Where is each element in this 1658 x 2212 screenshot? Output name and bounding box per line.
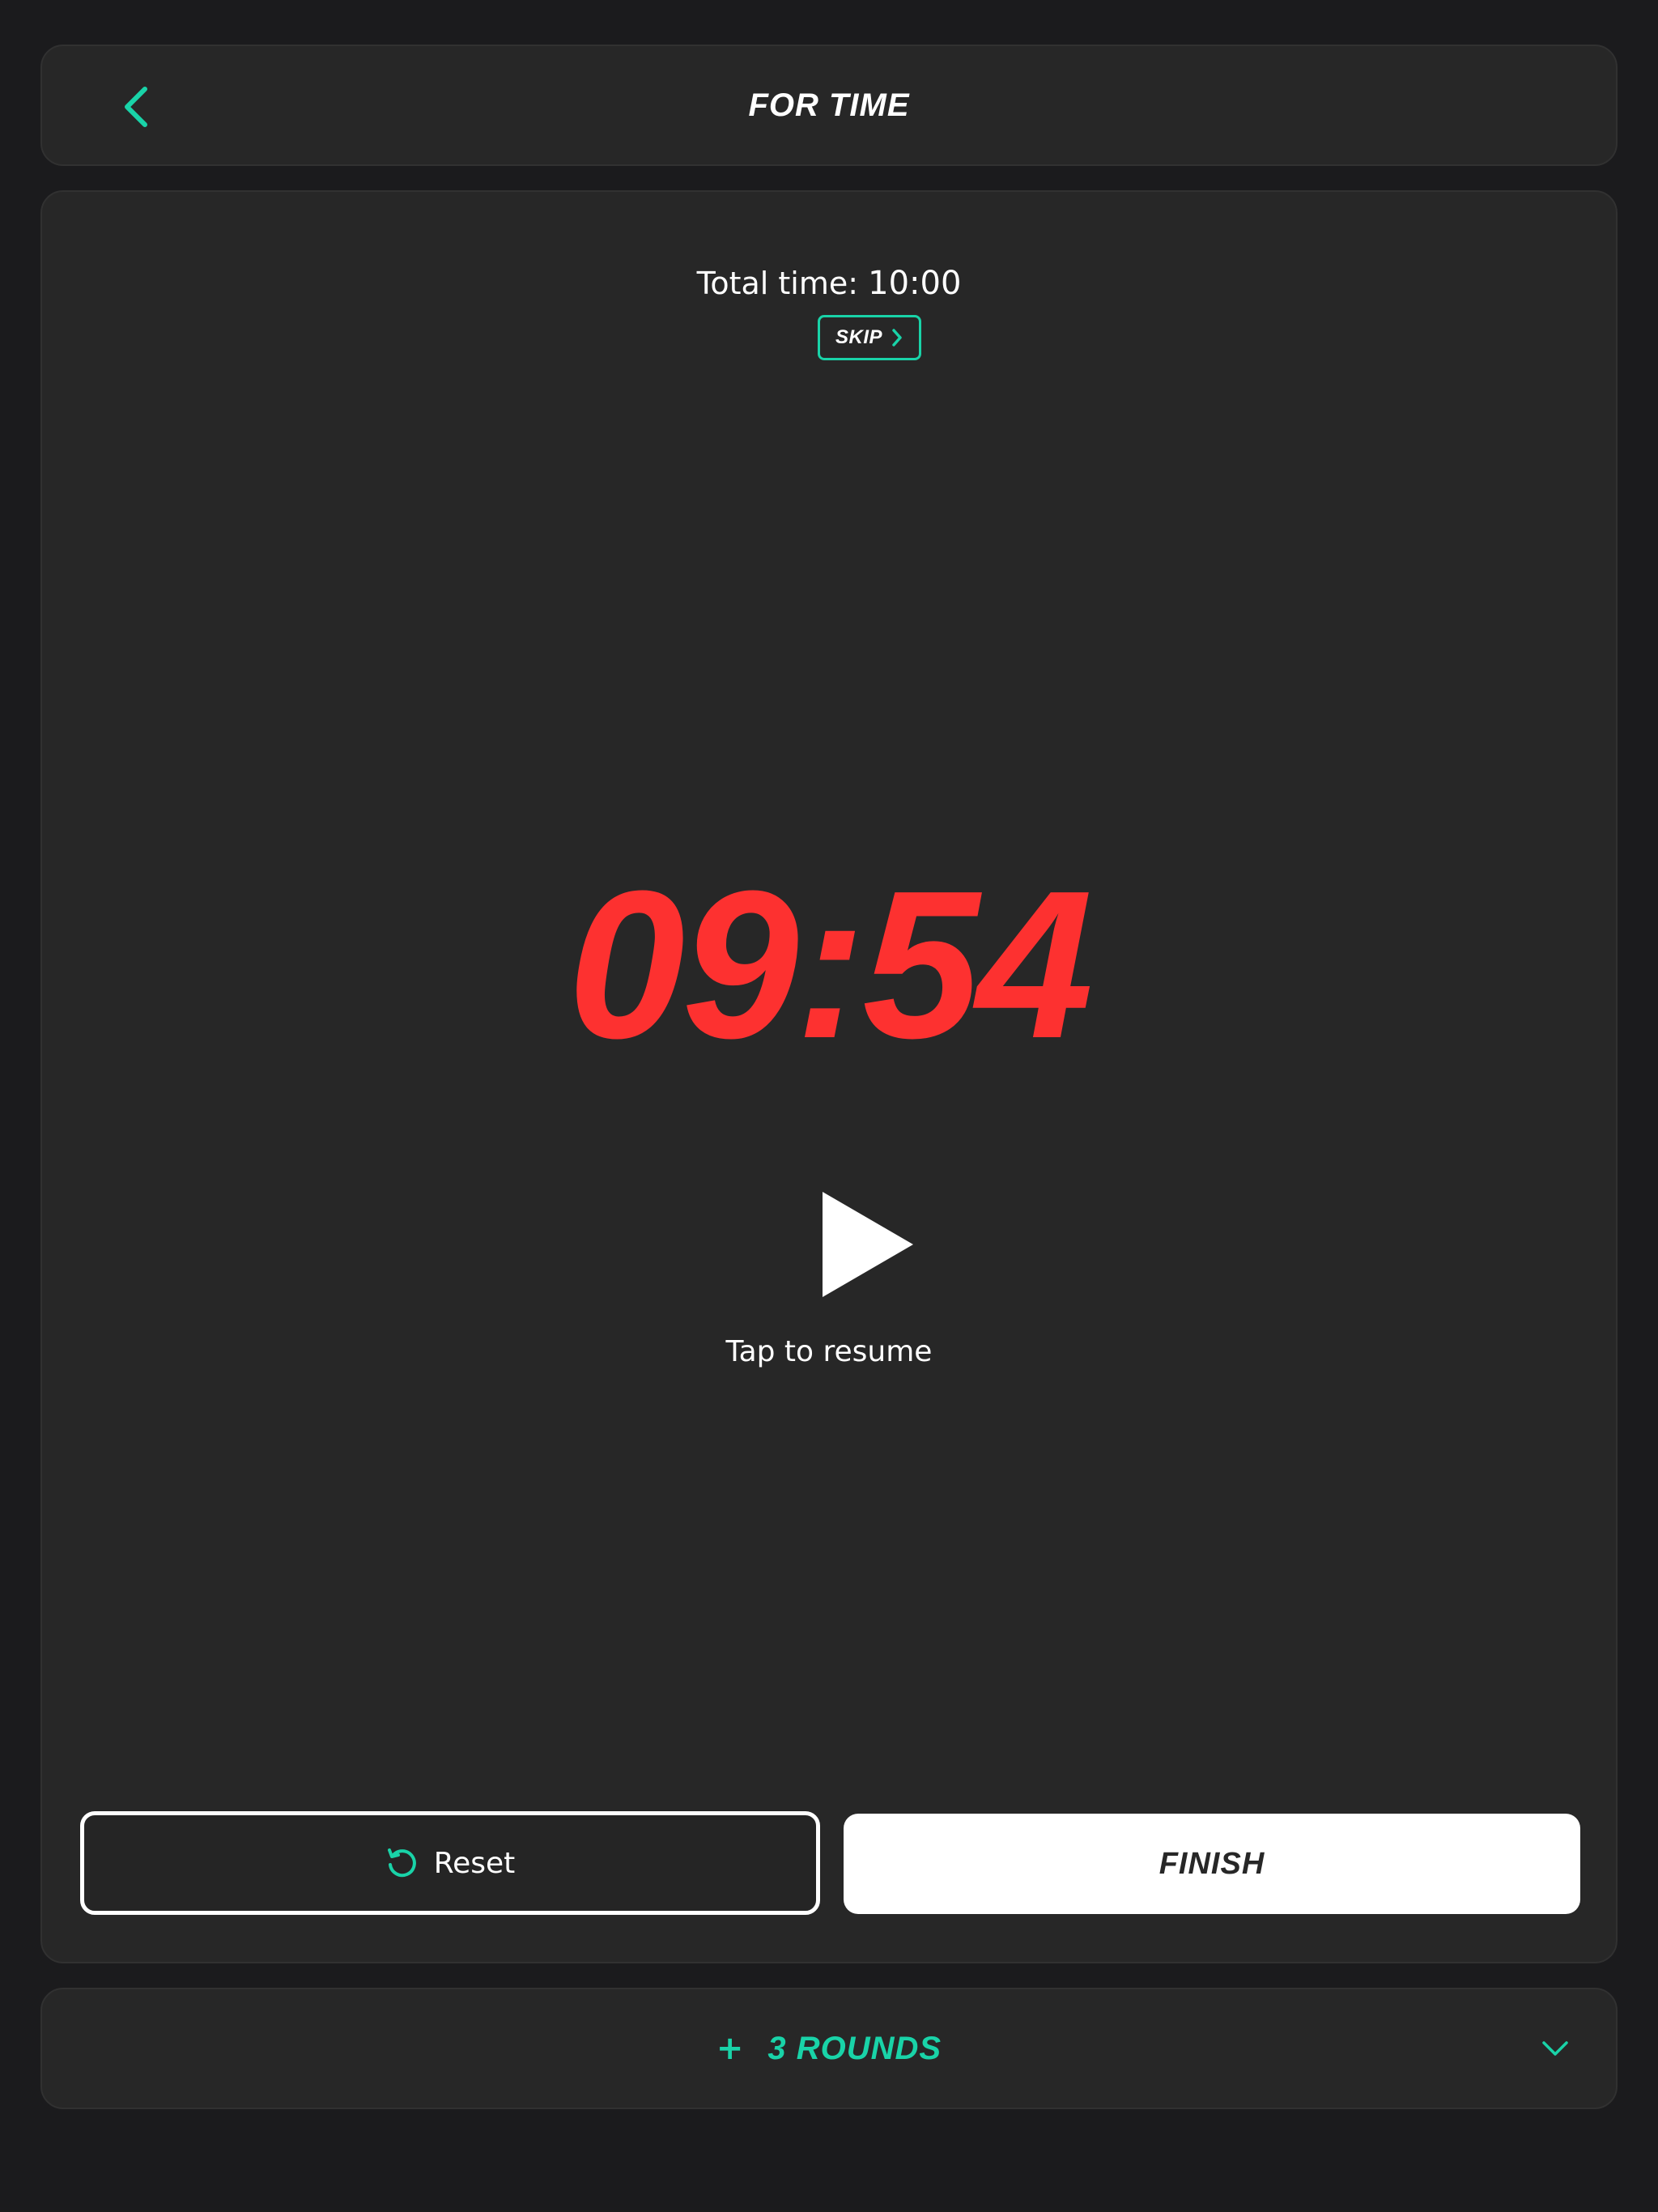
reset-button[interactable]: Reset [80,1811,820,1915]
finish-label: FINISH [1158,1846,1265,1881]
timer-panel: Total time: 10:00 SKIP 09:54 Tap to resu… [40,190,1618,1963]
rounds-summary: + 3 ROUNDS [42,1989,1616,2108]
resume-hint: Tap to resume [725,1335,933,1368]
play-icon [823,1192,913,1297]
chevron-right-icon [892,329,902,347]
rounds-label: 3 ROUNDS [767,2030,942,2066]
skip-button[interactable]: SKIP [818,315,921,360]
skip-label: SKIP [835,326,882,348]
page-title: FOR TIME [748,87,910,123]
plus-icon: + [716,2030,744,2067]
total-time-label: Total time: [696,266,859,301]
header-bar: FOR TIME [40,45,1618,166]
chevron-down-icon [1535,2028,1575,2069]
play-button[interactable] [811,1184,925,1305]
finish-button[interactable]: FINISH [844,1814,1580,1914]
total-time: Total time: 10:00 [42,265,1616,302]
total-time-value: 10:00 [868,265,962,302]
reset-icon [387,1848,416,1878]
rounds-toggle[interactable]: + 3 ROUNDS [40,1988,1618,2109]
reset-label: Reset [433,1846,516,1880]
countdown-timer: 09:54 [568,848,1094,1083]
